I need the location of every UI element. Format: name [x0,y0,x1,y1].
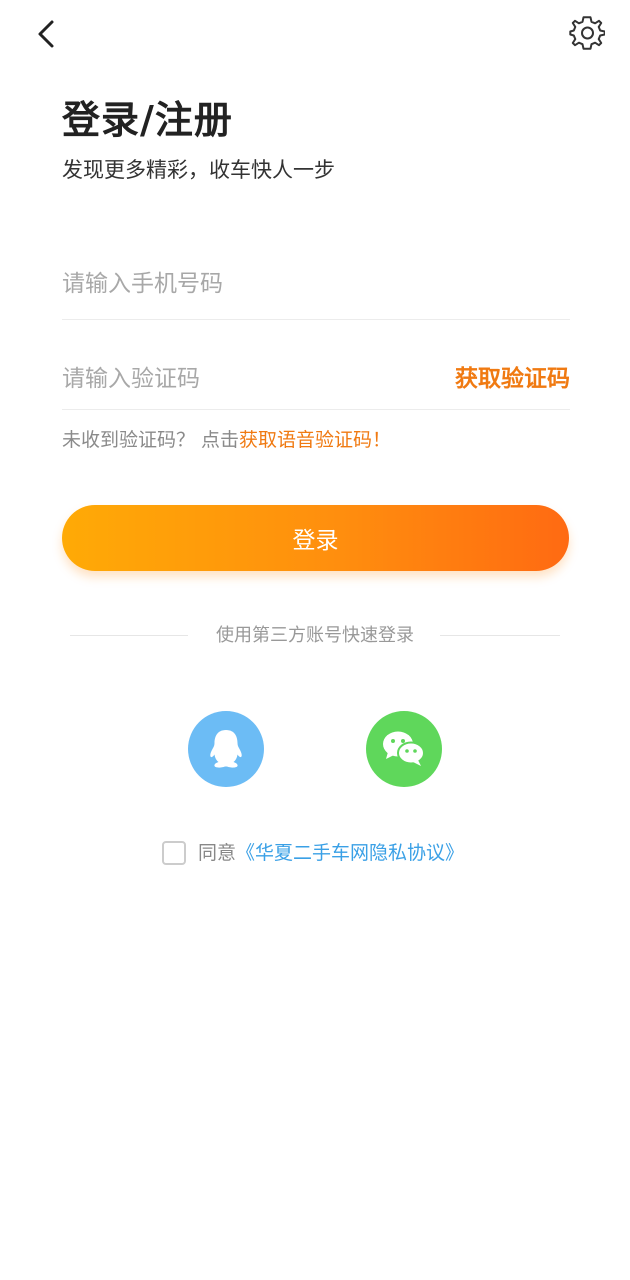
back-button[interactable] [28,14,64,54]
login-button[interactable]: 登录 [62,505,569,571]
voice-code-hint: 未收到验证码？ 点击获取语音验证码！ [62,426,391,454]
agreement-row: 同意 《华夏二手车网隐私协议》 [162,838,464,868]
login-page: 登录/注册 发现更多精彩，收车快人一步 获取验证码 未收到验证码？ 点击获取语音… [0,0,630,1280]
wechat-login-button[interactable] [366,711,442,787]
phone-field [62,248,570,320]
verification-code-input[interactable] [62,348,402,409]
divider-left [70,635,188,636]
gear-icon [569,16,605,50]
wechat-icon [383,731,425,766]
page-title: 登录/注册 [62,98,233,142]
agreement-prefix: 同意 [198,842,237,864]
divider-right [440,635,560,636]
qq-login-button[interactable] [188,711,264,787]
third-party-label: 使用第三方账号快速登录 [216,625,414,646]
phone-input[interactable] [62,248,570,319]
page-subtitle: 发现更多精彩，收车快人一步 [62,158,335,182]
settings-button[interactable] [566,12,608,54]
voice-code-link[interactable]: 获取语音验证码！ [239,429,391,451]
chevron-left-icon [38,20,54,48]
agreement-checkbox[interactable] [162,841,186,865]
voice-hint-text: 未收到验证码？ 点击 [62,429,240,451]
get-code-button[interactable]: 获取验证码 [455,362,570,396]
qq-icon [210,730,242,768]
code-field: 获取验证码 [62,348,570,410]
privacy-policy-link[interactable]: 《华夏二手车网隐私协议》 [236,839,464,867]
